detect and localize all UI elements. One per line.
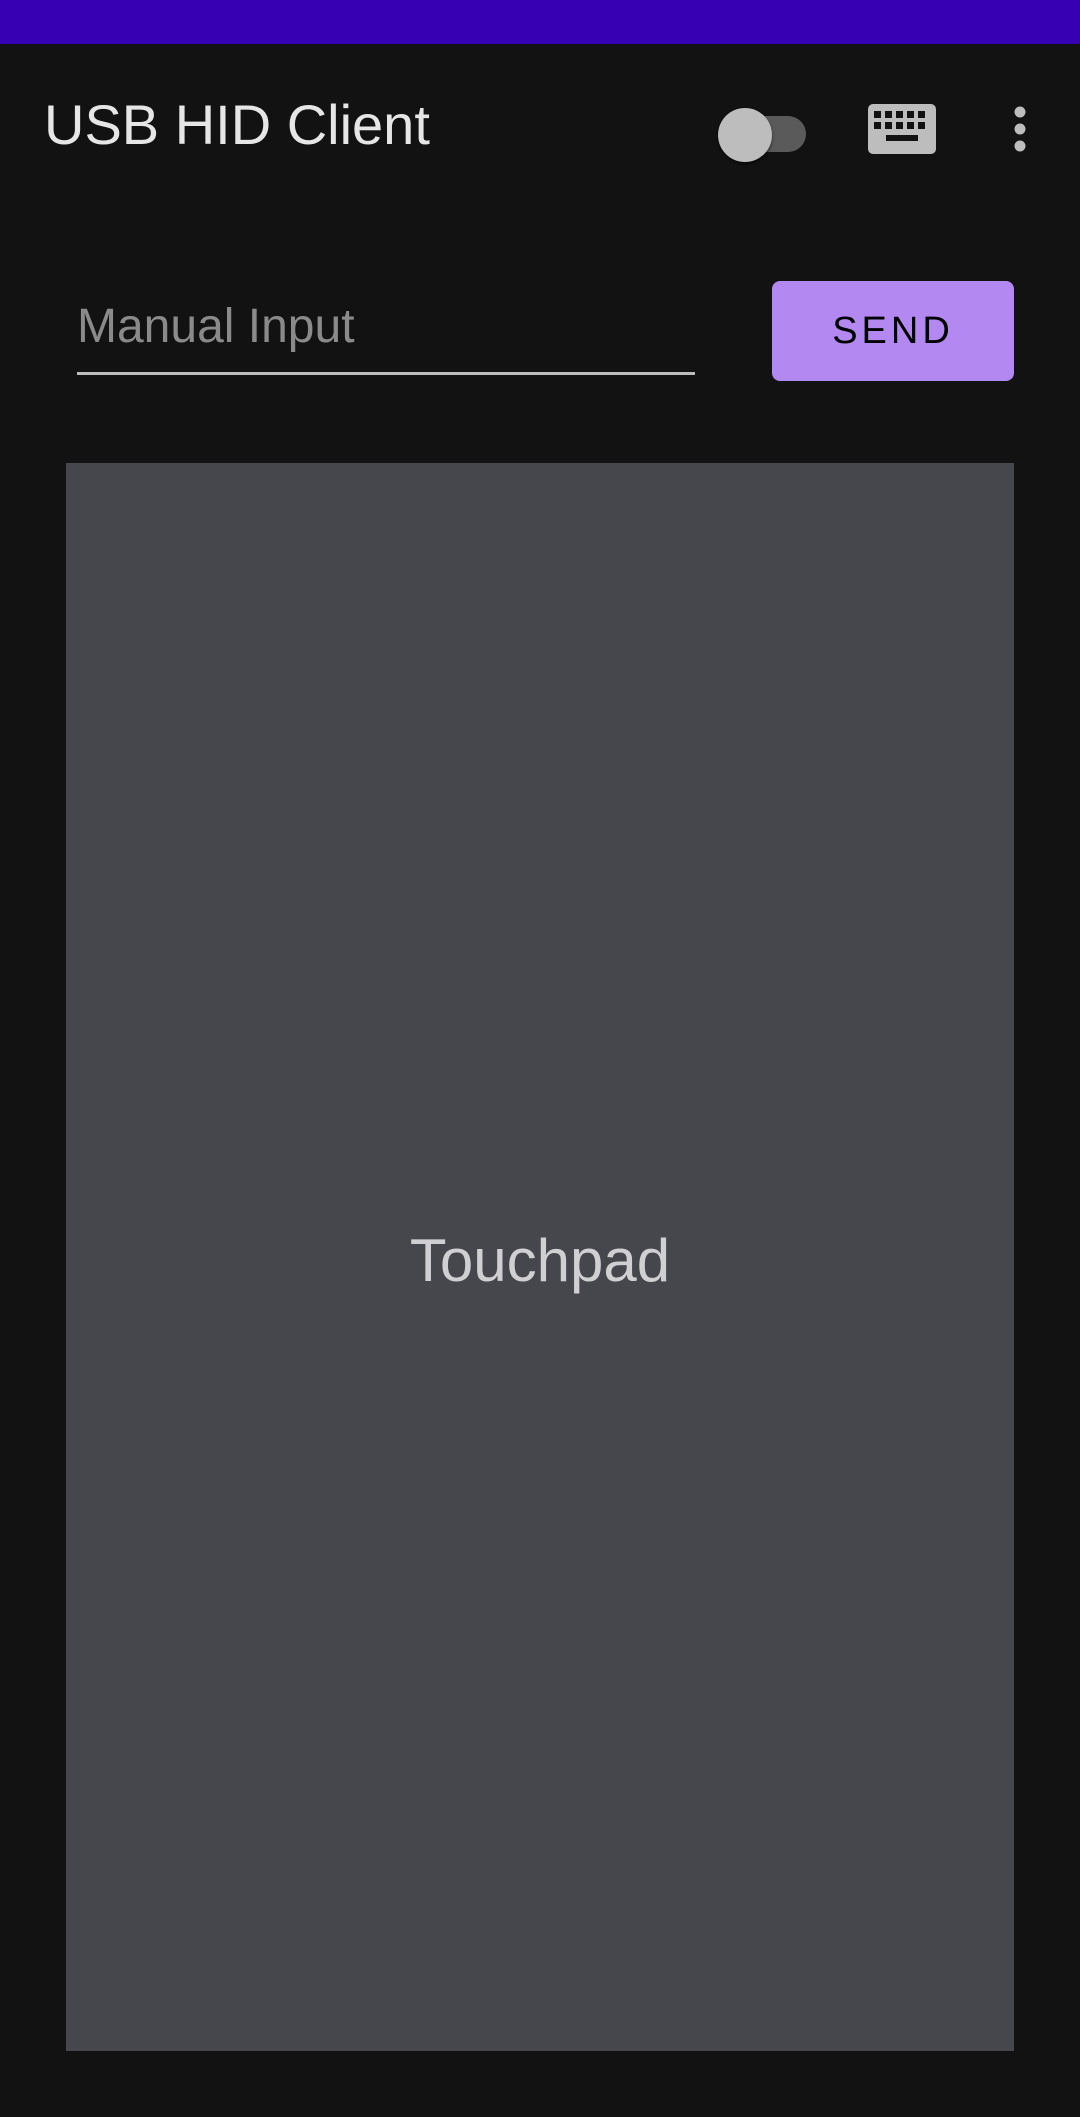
manual-input-field[interactable] [77, 280, 695, 375]
keyboard-icon [868, 104, 936, 154]
app-bar: USB HID Client [0, 44, 1080, 204]
status-bar [0, 0, 1080, 44]
more-vert-icon [1014, 106, 1026, 152]
touchpad-label: Touchpad [409, 1226, 671, 1294]
toggle-switch[interactable] [718, 100, 808, 162]
toggle-thumb [718, 108, 772, 162]
send-button[interactable]: SEND [772, 281, 1014, 381]
touchpad-area[interactable]: Touchpad [66, 463, 1014, 2051]
more-options-button[interactable] [995, 94, 1045, 164]
manual-input-container [77, 280, 695, 376]
keyboard-button[interactable] [862, 94, 942, 164]
app-title: USB HID Client [44, 93, 430, 156]
